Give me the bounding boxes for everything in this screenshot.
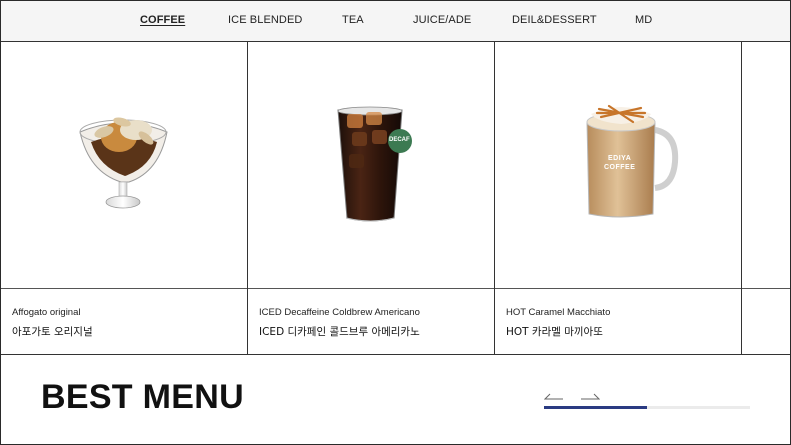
nav-item-deil-dessert[interactable]: DEIL&DESSERT	[512, 14, 597, 26]
product-image-next-partial	[742, 42, 790, 289]
arrow-right-icon[interactable]	[580, 390, 601, 400]
product-card-iced-americano[interactable]: DECAF ICED Decaffeine Coldbrew Americano…	[248, 42, 494, 354]
product-name-ko: HOT 카라멜 마끼아또	[506, 326, 603, 338]
product-text-affogato: Affogato original 아포가토 오리지널	[12, 307, 93, 339]
carousel-progress-fill	[544, 406, 647, 409]
category-nav: COFFEE ICE BLENDED TEA JUICE/ADE DEIL&DE…	[1, 1, 790, 42]
nav-item-md[interactable]: MD	[635, 14, 652, 26]
product-card-caramel-macchiato[interactable]: EDIYA COFFEE HOT Caramel Macchiato HOT 카…	[495, 42, 741, 354]
card-divider	[741, 42, 742, 354]
best-menu-title: BEST MENU	[41, 378, 244, 416]
product-card-next-partial[interactable]	[742, 42, 790, 354]
section-divider	[1, 354, 790, 355]
product-text-iced-americano: ICED Decaffeine Coldbrew Americano ICED …	[259, 307, 420, 339]
card-divider	[494, 42, 495, 354]
product-text-caramel-macchiato: HOT Caramel Macchiato HOT 카라멜 마끼아또	[506, 307, 610, 339]
affogato-glass-icon	[79, 117, 168, 209]
product-name-en: Affogato original	[12, 307, 81, 318]
product-name-ko: ICED 디카페인 콜드브루 아메리카노	[259, 326, 420, 338]
product-image-caramel-macchiato: EDIYA COFFEE	[495, 42, 741, 289]
product-image-affogato	[1, 42, 247, 289]
product-name-en: ICED Decaffeine Coldbrew Americano	[259, 307, 420, 318]
product-image-iced-americano: DECAF	[248, 42, 494, 289]
product-name-en: HOT Caramel Macchiato	[506, 307, 611, 318]
mug-logo-line1: EDIYA	[608, 155, 632, 162]
arrow-left-icon[interactable]	[543, 390, 564, 400]
nav-item-ice-blended[interactable]: ICE BLENDED	[228, 14, 302, 26]
product-name-ko: 아포가토 오리지널	[12, 326, 93, 338]
nav-item-coffee[interactable]: COFFEE	[140, 14, 185, 26]
nav-item-juice-ade[interactable]: JUICE/ADE	[413, 14, 471, 26]
product-card-affogato[interactable]: Affogato original 아포가토 오리지널	[1, 42, 247, 354]
card-divider	[247, 42, 248, 354]
carousel-progress-track	[544, 406, 750, 409]
iced-americano-glass-icon	[337, 106, 412, 222]
nav-item-tea[interactable]: TEA	[342, 14, 364, 26]
mug-logo-line2: COFFEE	[604, 164, 636, 171]
decaf-badge: DECAF	[389, 137, 410, 143]
